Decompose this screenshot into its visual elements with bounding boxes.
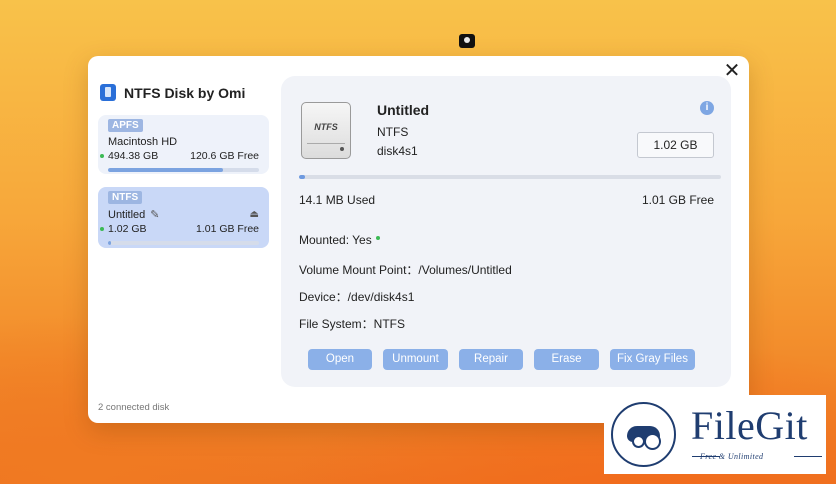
disk-card-macintosh-hd[interactable]: APFS Macintosh HD 494.38 GB 120.6 GB Fre… (98, 115, 269, 174)
disk-size: 494.38 GB (108, 150, 159, 162)
app-logo-icon (100, 84, 116, 101)
used-space: 14.1 MB Used (299, 193, 376, 207)
disk-usage-bar (108, 241, 259, 245)
mounted-dot (100, 154, 104, 159)
disk-name: Untitled ✎ ⏏ (108, 208, 259, 222)
menubar-disk-icon[interactable] (459, 34, 475, 48)
mounted-dot (100, 227, 104, 232)
watermark-title: FileGit (691, 403, 808, 448)
capacity-box: 1.02 GB (637, 132, 714, 158)
usage-bar (299, 175, 721, 179)
eject-icon[interactable]: ⏏ (250, 209, 259, 220)
hard-drive-icon: NTFS (301, 102, 351, 159)
disk-stats: 1.02 GB 1.01 GB Free (100, 223, 259, 235)
close-icon[interactable]: ✕ (723, 61, 741, 81)
info-icon[interactable]: i (700, 101, 714, 115)
sidebar: NTFS Disk by Omi APFS Macintosh HD 494.3… (88, 56, 278, 423)
usage-fill (299, 175, 305, 179)
mounted-status: Mounted: Yes (299, 233, 380, 247)
disk-usage-fill (108, 168, 223, 172)
disk-free: 120.6 GB Free (190, 150, 259, 162)
repair-button[interactable]: Repair (459, 349, 523, 370)
filegit-logo-icon (611, 402, 676, 467)
fs-badge: APFS (108, 119, 143, 132)
app-window: ✕ NTFS Disk by Omi APFS Macintosh HD 494… (88, 56, 749, 423)
erase-button[interactable]: Erase (534, 349, 599, 370)
disk-usage-fill (108, 241, 112, 245)
disk-usage-bar (108, 168, 259, 172)
volume-name: Untitled (377, 102, 430, 118)
disk-stats: 494.38 GB 120.6 GB Free (100, 150, 259, 162)
mounted-text: Mounted: Yes (299, 233, 372, 247)
mount-point: Volume Mount Point：/Volumes/Untitled (299, 263, 512, 277)
status-dot-icon (375, 235, 380, 240)
pencil-icon[interactable]: ✎ (150, 208, 159, 221)
file-system: File System：NTFS (299, 317, 406, 331)
app-title: NTFS Disk by Omi (124, 84, 246, 101)
app-header: NTFS Disk by Omi (100, 84, 245, 101)
filegit-watermark: FileGit Free & Unlimited (604, 395, 826, 474)
volume-device-id: disk4s1 (377, 144, 418, 158)
volume-filesystem: NTFS (377, 125, 409, 139)
fix-gray-files-button[interactable]: Fix Gray Files (610, 349, 695, 370)
disk-name-label: Untitled (108, 208, 146, 221)
disk-free: 1.01 GB Free (195, 223, 259, 235)
disk-detail-panel: NTFS Untitled NTFS disk4s1 i 1.02 GB 14.… (281, 76, 731, 387)
watermark-tagline: Free & Unlimited (700, 452, 764, 461)
disk-name-label: Macintosh HD (108, 136, 178, 148)
disk-size: 1.02 GB (108, 223, 147, 235)
disk-card-untitled[interactable]: NTFS Untitled ✎ ⏏ 1.02 GB 1.01 GB Free (98, 187, 269, 248)
open-button[interactable]: Open (308, 349, 372, 370)
fs-badge: NTFS (108, 191, 143, 204)
disk-name: Macintosh HD (108, 136, 259, 148)
connected-count: 2 connected disk (98, 402, 170, 413)
hdd-label: NTFS (314, 122, 338, 132)
unmount-button[interactable]: Unmount (383, 349, 448, 370)
device-path: Device：/dev/disk4s1 (299, 290, 415, 304)
free-space: 1.01 GB Free (641, 193, 714, 207)
